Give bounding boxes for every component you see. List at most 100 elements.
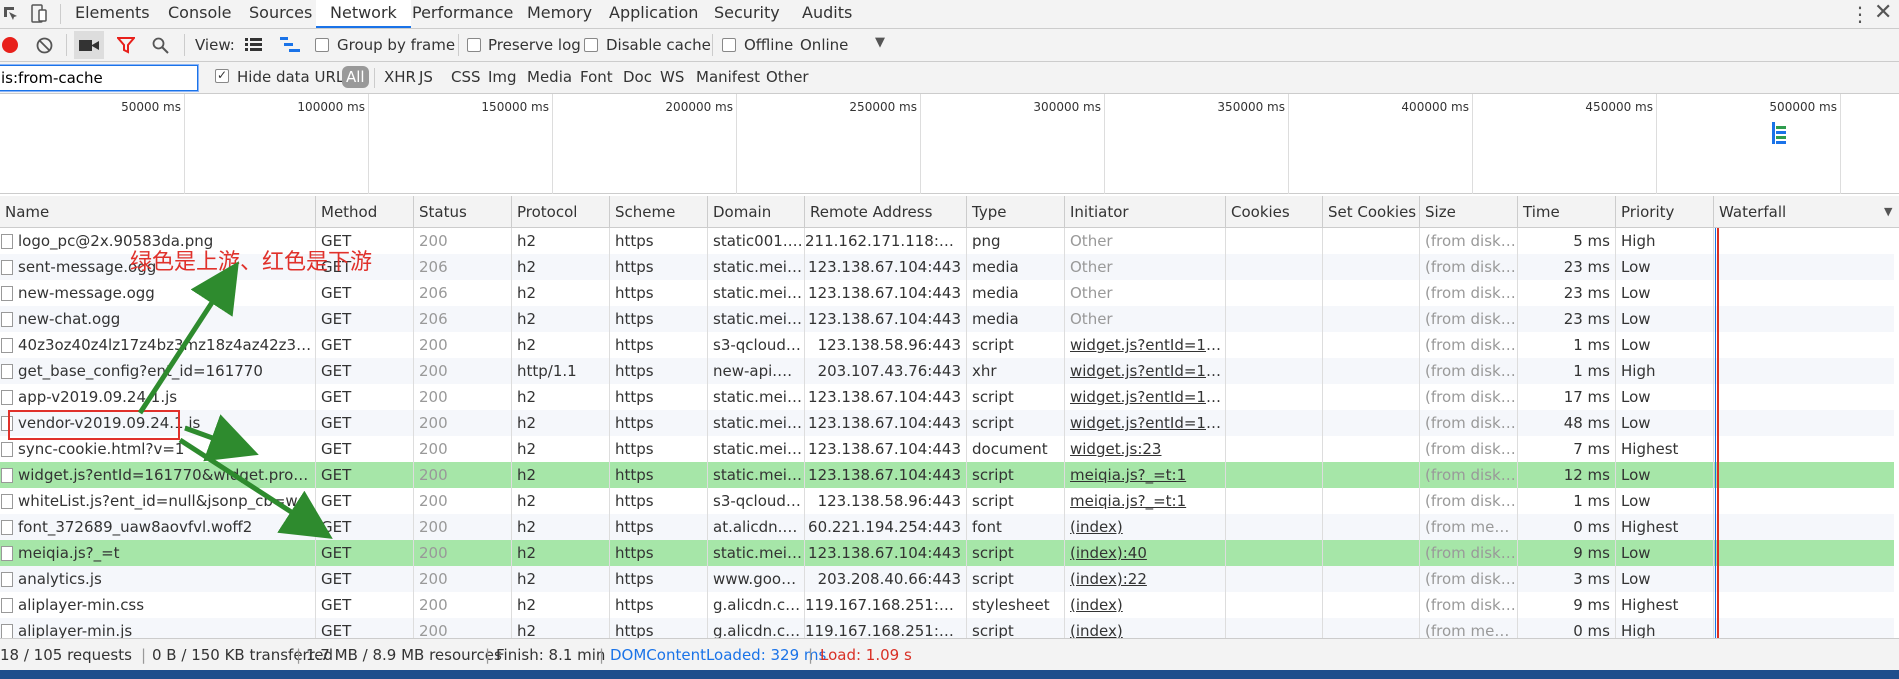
tab-console[interactable]: Console	[154, 0, 246, 28]
cell-initiator[interactable]: Other	[1064, 228, 1225, 254]
offline-label: Offline	[744, 36, 794, 54]
tab-performance[interactable]: Performance	[398, 0, 527, 28]
close-icon[interactable]: ✕	[1874, 0, 1892, 25]
capture-screenshots-button[interactable]	[74, 31, 104, 59]
table-row[interactable]: new-chat.ogg GET 206 h2 https static.meiq... 1…	[0, 306, 1894, 332]
group-by-frame-checkbox[interactable]	[315, 38, 329, 52]
search-icon[interactable]	[152, 37, 169, 54]
record-icon[interactable]	[2, 37, 18, 53]
cell-initiator[interactable]: meiqia.js?_=t:1	[1064, 462, 1225, 488]
tab-network[interactable]: Network	[316, 0, 411, 28]
show-overview-icon[interactable]	[280, 37, 300, 53]
cell-initiator[interactable]: widget.js?entId=161...	[1064, 332, 1225, 358]
cell-initiator[interactable]: (index):22	[1064, 566, 1225, 592]
table-row[interactable]: get_base_config?ent_id=161770 GET 200 http/…	[0, 358, 1894, 384]
type-filter-manifest[interactable]: Manifest	[696, 68, 760, 86]
cell-setcookies	[1322, 410, 1419, 436]
cell-initiator[interactable]: Other	[1064, 306, 1225, 332]
cell-initiator[interactable]: widget.js:23	[1064, 436, 1225, 462]
table-row[interactable]: whiteList.js?ent_id=null&jsonp_cb=whiteL…	[0, 488, 1894, 514]
cell-initiator[interactable]: (index)	[1064, 618, 1225, 638]
cell-initiator[interactable]: (index)	[1064, 592, 1225, 618]
cell-priority: Low	[1615, 540, 1713, 566]
tab-security[interactable]: Security	[700, 0, 794, 28]
cell-initiator[interactable]: Other	[1064, 254, 1225, 280]
column-header-type[interactable]: Type	[966, 196, 1064, 228]
table-row[interactable]: meiqia.js?_=t GET 200 h2 https static.meiq...…	[0, 540, 1894, 566]
type-filter-doc[interactable]: Doc	[623, 68, 652, 86]
column-header-priority[interactable]: Priority	[1615, 196, 1713, 228]
offline-checkbox[interactable]	[722, 38, 736, 52]
table-row[interactable]: widget.js?entId=161770&widget.pro=1 GET 20…	[0, 462, 1894, 488]
column-header-scheme[interactable]: Scheme	[609, 196, 707, 228]
type-filter-img[interactable]: Img	[488, 68, 517, 86]
cell-initiator[interactable]: meiqia.js?_=t:1	[1064, 488, 1225, 514]
type-filter-ws[interactable]: WS	[660, 68, 684, 86]
filter-icon[interactable]	[117, 37, 135, 54]
column-header-size[interactable]: Size	[1419, 196, 1517, 228]
tab-application[interactable]: Application	[595, 0, 712, 28]
table-row[interactable]: sync-cookie.html?v=1 GET 200 h2 https static.…	[0, 436, 1894, 462]
table-row[interactable]: aliplayer-min.css GET 200 h2 https g.alicdn.c…	[0, 592, 1894, 618]
cell-setcookies	[1322, 384, 1419, 410]
preserve-log-checkbox[interactable]	[467, 38, 481, 52]
cell-time: 23 ms	[1517, 306, 1615, 332]
chevron-down-icon[interactable]: ▼	[875, 35, 885, 50]
table-row[interactable]: app-v2019.09.24.1.js GET 200 h2 https static.…	[0, 384, 1894, 410]
cell-initiator[interactable]: (index):40	[1064, 540, 1225, 566]
tab-sources[interactable]: Sources	[235, 0, 326, 28]
column-header-remote-address[interactable]: Remote Address	[804, 196, 966, 228]
large-request-rows-icon[interactable]	[245, 38, 262, 52]
device-toolbar-icon[interactable]	[30, 4, 48, 24]
tab-memory[interactable]: Memory	[513, 0, 606, 28]
table-row[interactable]: analytics.js GET 200 h2 https www.googl... 203…	[0, 566, 1894, 592]
hide-data-urls-checkbox[interactable]	[215, 69, 229, 83]
column-header-protocol[interactable]: Protocol	[511, 196, 609, 228]
clear-icon[interactable]	[36, 37, 53, 54]
cell-time: 1 ms	[1517, 358, 1615, 384]
table-row[interactable]: new-message.ogg GET 206 h2 https static.meiq.…	[0, 280, 1894, 306]
cell-protocol: http/1.1	[511, 358, 609, 384]
cell-priority: Low	[1615, 566, 1713, 592]
type-filter-font[interactable]: Font	[580, 68, 613, 86]
cell-initiator[interactable]: widget.js?entId=161...	[1064, 384, 1225, 410]
disable-cache-checkbox[interactable]	[584, 38, 598, 52]
type-filter-other[interactable]: Other	[766, 68, 809, 86]
type-filter-media[interactable]: Media	[527, 68, 572, 86]
cell-setcookies	[1322, 280, 1419, 306]
type-filter-all[interactable]: All	[342, 66, 369, 88]
more-options-icon[interactable]: ⋮	[1850, 2, 1870, 26]
tab-audits[interactable]: Audits	[788, 0, 866, 28]
type-filter-js[interactable]: JS	[419, 68, 433, 86]
column-header-status[interactable]: Status	[413, 196, 511, 228]
tab-elements[interactable]: Elements	[61, 0, 164, 28]
network-overview[interactable]: 50000 ms 100000 ms 150000 ms 200000 ms 25000…	[0, 94, 1899, 194]
cell-status: 200	[413, 358, 511, 384]
cell-initiator[interactable]: widget.js?entId=161...	[1064, 358, 1225, 384]
column-header-domain[interactable]: Domain	[707, 196, 804, 228]
column-header-waterfall[interactable]: Waterfall	[1713, 196, 1894, 228]
cell-initiator[interactable]: (index)	[1064, 514, 1225, 540]
inspect-element-icon[interactable]	[2, 5, 20, 23]
table-row[interactable]: font_372689_uaw8aovfvl.woff2 GET 200 h2 http…	[0, 514, 1894, 540]
cell-domain: static.meiq...	[707, 306, 804, 332]
column-header-initiator[interactable]: Initiator	[1064, 196, 1225, 228]
column-header-set-cookies[interactable]: Set Cookies	[1322, 196, 1419, 228]
type-filter-css[interactable]: CSS	[451, 68, 481, 86]
column-header-method[interactable]: Method	[315, 196, 413, 228]
table-row[interactable]: aliplayer-min.js GET 200 h2 https g.alicdn.co…	[0, 618, 1894, 638]
column-header-name[interactable]: Name	[0, 196, 315, 228]
filter-input[interactable]	[0, 65, 198, 91]
cell-initiator[interactable]: widget.js?entId=161...	[1064, 410, 1225, 436]
cell-time: 17 ms	[1517, 384, 1615, 410]
overview-tick-label: 100000 ms	[297, 100, 365, 114]
sort-arrow-icon[interactable]: ▼	[1884, 205, 1892, 218]
throttling-select[interactable]: Online	[800, 36, 848, 54]
column-header-cookies[interactable]: Cookies	[1225, 196, 1322, 228]
cell-initiator[interactable]: Other	[1064, 280, 1225, 306]
cell-cookies	[1225, 514, 1322, 540]
table-row[interactable]: 40z3oz40z4lz17z4bz3mz18z4az42z3mz40...GE…	[0, 332, 1894, 358]
column-header-time[interactable]: Time	[1517, 196, 1615, 228]
table-row[interactable]: vendor-v2019.09.24.1.js GET 200 h2 https stat…	[0, 410, 1894, 436]
type-filter-xhr[interactable]: XHR	[384, 68, 416, 86]
